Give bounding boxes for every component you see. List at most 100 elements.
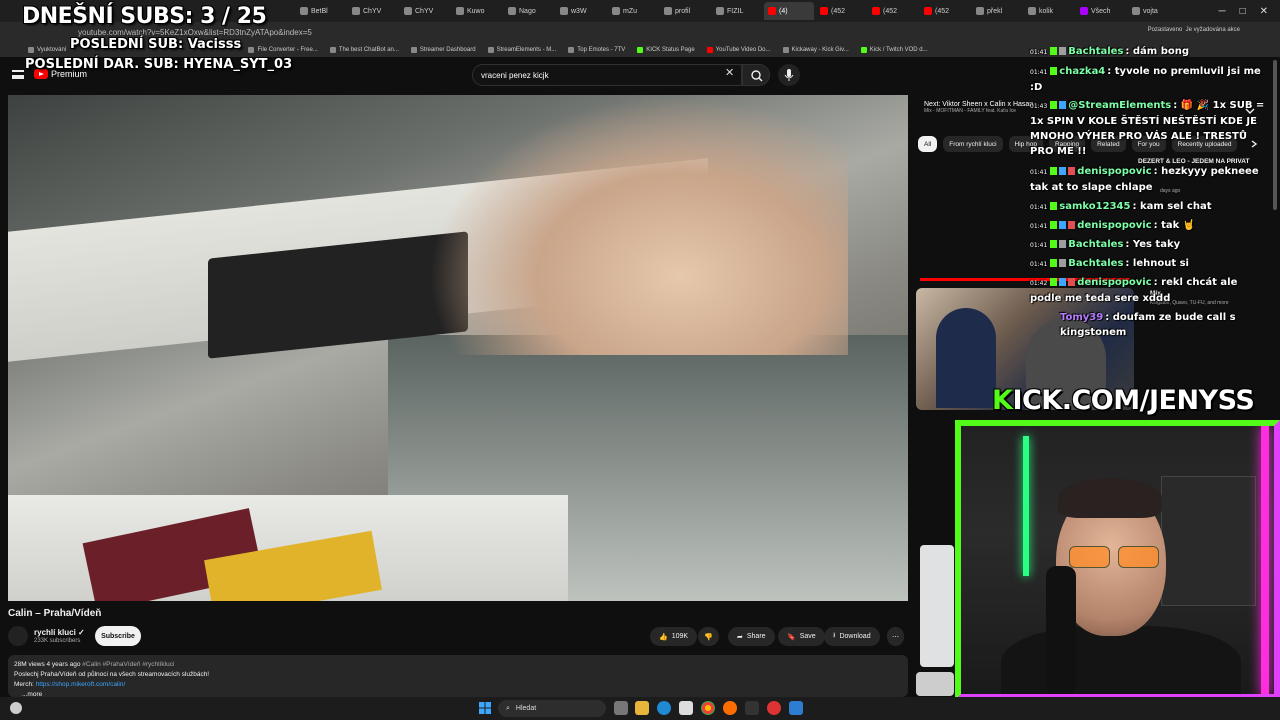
- search-button[interactable]: [742, 64, 770, 86]
- bookmark-item[interactable]: Top Emotes - 7TV: [568, 46, 625, 53]
- chat-time: 01:41: [1030, 223, 1048, 230]
- channel-name[interactable]: rychlí kluci ✓: [34, 628, 85, 637]
- chat-message: 01:41 Bachtales: lehnout si: [1030, 258, 1189, 269]
- tab-favicon: [1132, 7, 1140, 15]
- youtube-favicon-icon: [768, 7, 776, 15]
- chat-username: Tomy39: [1060, 312, 1104, 323]
- browser-tab[interactable]: ChYV: [348, 2, 398, 20]
- bookmark-label: Kick / Twitch VOD d...: [869, 46, 928, 53]
- thumbnail-person: [936, 308, 996, 408]
- terminal-icon[interactable]: [745, 701, 759, 715]
- bookmark-item[interactable]: Kick / Twitch VOD d...: [860, 46, 928, 53]
- share-button[interactable]: ➦ Share: [728, 627, 775, 646]
- windows-start-icon[interactable]: [478, 701, 492, 715]
- last-gift-sub-overlay: POSLEDNÍ DAR. SUB: HYENA_SYT_03: [25, 57, 293, 72]
- browser-tab[interactable]: Kuwo: [452, 2, 502, 20]
- bookmark-label: The best ChatBot an...: [338, 46, 399, 53]
- user-badge-icon: [1059, 240, 1067, 248]
- obs-icon[interactable]: [767, 701, 781, 715]
- tab-label: Všech: [1091, 7, 1111, 15]
- file-explorer-icon[interactable]: [635, 701, 649, 715]
- description-hashtags[interactable]: #Calin #PrahaVídeň #rychlíkluci: [82, 661, 174, 668]
- chat-text: Yes taky: [1132, 239, 1181, 250]
- browser-tab[interactable]: (452: [920, 2, 970, 20]
- browser-tab[interactable]: profil: [660, 2, 710, 20]
- browser-tab[interactable]: kolik: [1024, 2, 1074, 20]
- chat-time: 01:41: [1030, 169, 1048, 176]
- chat-username: denispopovic: [1077, 166, 1152, 177]
- search-icon: [751, 70, 763, 82]
- browser-tab[interactable]: Všech: [1076, 2, 1126, 20]
- search-input[interactable]: vraceni penez kicjk: [472, 64, 742, 86]
- like-button[interactable]: 👍 109K: [650, 627, 698, 646]
- taskbar-search[interactable]: ⌕ Hledat: [498, 700, 606, 717]
- side-thumbnail[interactable]: [916, 672, 954, 696]
- browser-tab[interactable]: w3W: [556, 2, 606, 20]
- chip-all[interactable]: All: [918, 136, 938, 152]
- neon-light-pink: [1261, 426, 1269, 694]
- bookmark-label: Vyuktování: [37, 46, 67, 53]
- bookmark-icon: [410, 46, 417, 53]
- tab-label: FIZIL: [727, 7, 744, 15]
- close-window-button[interactable]: ✕: [1260, 6, 1268, 17]
- minimize-button[interactable]: ─: [1218, 6, 1225, 17]
- merch-link[interactable]: https://shop.mikeroft.com/calin/: [36, 681, 126, 688]
- browser-tab[interactable]: Nago: [504, 2, 554, 20]
- app-icon[interactable]: [789, 701, 803, 715]
- app-icon[interactable]: [723, 701, 737, 715]
- store-icon[interactable]: [679, 701, 693, 715]
- save-button[interactable]: 🔖 Save: [778, 627, 825, 646]
- download-button[interactable]: ⭳ Download: [824, 627, 880, 646]
- chip-channel[interactable]: From rychlí kluci: [943, 136, 1003, 152]
- sub-badge-icon: [1068, 278, 1076, 286]
- chrome-icon[interactable]: [701, 701, 715, 715]
- browser-tab-active[interactable]: (4): [764, 2, 814, 20]
- bookmark-item[interactable]: File Converter - Free...: [248, 46, 318, 53]
- voice-search-button[interactable]: [778, 64, 800, 86]
- bookmark-item[interactable]: The best ChatBot an...: [329, 46, 399, 53]
- browser-tab[interactable]: mZu: [608, 2, 658, 20]
- page-scrollbar[interactable]: [1273, 60, 1277, 210]
- bookmark-label: Kickaway - Kick Giv...: [791, 46, 849, 53]
- save-label: Save: [799, 633, 816, 640]
- browser-tab[interactable]: vojta: [1128, 2, 1178, 20]
- window-controls: ─ □ ✕: [1218, 0, 1280, 22]
- browser-tab[interactable]: překl: [972, 2, 1022, 20]
- chat-username: Bachtales: [1068, 46, 1124, 57]
- chat-username: denispopovic: [1077, 220, 1152, 231]
- bookmark-icon: [568, 46, 575, 53]
- description-text: Poslechj Praha/Vídeň od půlnoci na všech…: [14, 671, 210, 678]
- bookmark-item[interactable]: KICK Status Page: [637, 46, 695, 53]
- maximize-button[interactable]: □: [1240, 6, 1246, 17]
- menu-icon[interactable]: [12, 70, 24, 79]
- browser-tab[interactable]: (452: [868, 2, 918, 20]
- dislike-button[interactable]: 👎: [698, 627, 719, 646]
- task-view-icon[interactable]: [614, 701, 628, 715]
- bookmark-item[interactable]: Kickaway - Kick Giv...: [782, 46, 849, 53]
- clear-search-icon[interactable]: ✕: [725, 66, 734, 79]
- more-actions-button[interactable]: ⋯: [887, 627, 904, 646]
- video-description[interactable]: 28M views 4 years ago #Calin #PrahaVídeň…: [8, 655, 908, 698]
- profile-status[interactable]: Pozastaveno Je vyžadována akce: [1148, 27, 1240, 33]
- channel-avatar[interactable]: [8, 626, 28, 646]
- bookmark-item[interactable]: Vyuktování: [28, 46, 67, 53]
- bookmark-icon: [28, 46, 34, 53]
- video-player[interactable]: [8, 95, 908, 601]
- bookmark-icon: [860, 46, 867, 53]
- subscribe-button[interactable]: Subscribe: [95, 626, 141, 646]
- edge-browser-icon[interactable]: [657, 701, 671, 715]
- side-thumbnail[interactable]: [920, 545, 954, 667]
- windows-taskbar: ⌕ Hledat: [0, 697, 1280, 720]
- bookmark-item[interactable]: Streamer Dashboard: [410, 46, 476, 53]
- tab-label: (452: [883, 7, 898, 15]
- tab-label: Nago: [519, 7, 536, 15]
- tab-favicon: [1028, 7, 1036, 15]
- weather-icon[interactable]: [10, 702, 22, 714]
- kick-badge-icon: [1050, 221, 1058, 229]
- browser-tab[interactable]: BetBl: [296, 2, 346, 20]
- bookmark-item[interactable]: StreamElements - M...: [487, 46, 556, 53]
- browser-tab[interactable]: (452: [816, 2, 866, 20]
- bookmark-item[interactable]: YouTube Video Do...: [706, 46, 771, 53]
- browser-tab[interactable]: FIZIL: [712, 2, 762, 20]
- browser-tab[interactable]: ChYV: [400, 2, 450, 20]
